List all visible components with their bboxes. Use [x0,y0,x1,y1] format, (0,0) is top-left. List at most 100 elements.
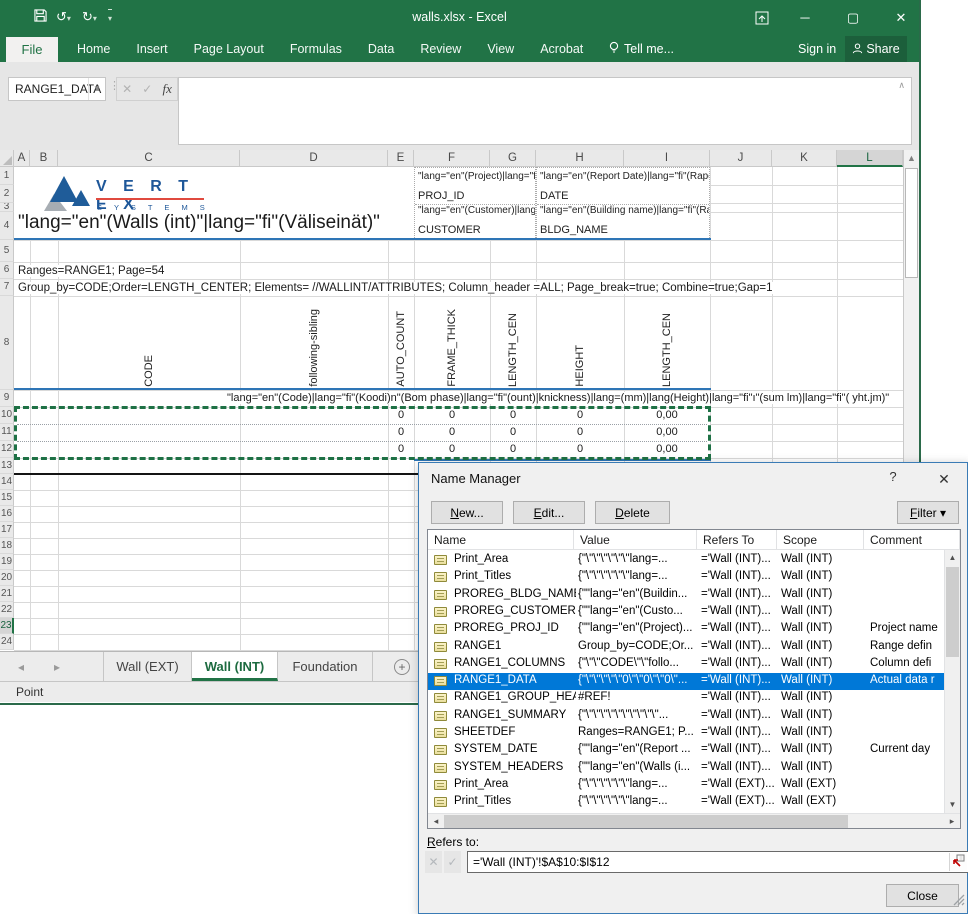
name-row-system-date[interactable]: SYSTEM_DATE {""lang="en"(Report ... ='Wall… [428,742,944,759]
row-header-6[interactable]: 6 [0,262,14,279]
column-header-D[interactable]: D [240,150,388,167]
name-row-proreg-customer[interactable]: PROREG_CUSTOMER {""lang="en"(Custo... ='Wa… [428,604,944,621]
row-header-10[interactable]: 10 [0,407,14,424]
col-field-header-F[interactable]: FRAME_THICK [443,298,461,387]
column-header-H[interactable]: H [536,150,624,167]
row-header-21[interactable]: 21 [0,586,14,602]
ribbon-tab-home[interactable]: Home [64,36,123,62]
name-row-range1-group-hea-[interactable]: RANGE1_GROUP_HEA... #REF! ='Wall (INT)... W… [428,690,944,707]
name-row-system-headers[interactable]: SYSTEM_HEADERS {""lang="en"(Walls (i... ='… [428,760,944,777]
close-button[interactable]: Close [886,884,959,907]
row-header-3[interactable]: 3 [0,203,14,212]
cancel-refers-icon[interactable]: ✕ [425,851,442,873]
sheet-tab-wall-int-[interactable]: Wall (INT) [192,652,278,681]
formula-input[interactable]: ∧ [178,77,912,145]
row-header-5[interactable]: 5 [0,240,14,262]
col-field-header-E[interactable]: AUTO_COUNT [392,298,410,387]
data-cell[interactable]: 0 [379,409,423,421]
data-cell[interactable]: 0 [430,443,474,455]
column-header-F[interactable]: F [414,150,490,167]
refers-to-input[interactable]: ='Wall (INT)'!$A$10:$I$12 [467,851,968,873]
row-header-16[interactable]: 16 [0,506,14,522]
close-icon[interactable]: ✕ [884,0,918,36]
list-vertical-scrollbar[interactable]: ▲ ▼ [944,550,960,813]
ribbon-tab-data[interactable]: Data [355,36,407,62]
column-header-B[interactable]: B [30,150,58,167]
data-cell[interactable]: 0 [430,409,474,421]
scroll-down-icon[interactable]: ▼ [945,797,960,813]
cancel-formula-icon[interactable]: ✕ [122,82,132,96]
name-row-print-area[interactable]: Print_Area {"\"\"\"\"\"\"lang=... ='Wall (… [428,777,944,794]
name-row-range1[interactable]: RANGE1 Group_by=CODE;Or... ='Wall (INT)...… [428,639,944,656]
tell-me-box[interactable]: Tell me... [608,36,674,62]
data-cell[interactable]: 0 [379,443,423,455]
scrollbar-thumb[interactable] [946,567,959,657]
name-row-range1-data[interactable]: RANGE1_DATA {"\"\"\"\"\"0\"\"0\"\"0\"... =… [428,673,944,691]
list-column-header-refers-to[interactable]: Refers To [697,530,777,550]
row-header-9[interactable]: 9 [0,390,14,407]
data-cell[interactable]: 0 [558,426,602,438]
scrollbar-thumb[interactable] [444,815,848,828]
sign-in-link[interactable]: Sign in [798,36,836,62]
sheet-tab-foundation[interactable]: Foundation [278,652,373,681]
name-row-print-area[interactable]: Print_Area {"\"\"\"\"\"\"lang=... ='Wall (… [428,552,944,569]
enter-formula-icon[interactable]: ✓ [142,82,152,96]
scroll-up-icon[interactable]: ▲ [904,150,919,167]
new-button[interactable]: New... [431,501,503,524]
row-header-13[interactable]: 13 [0,458,14,474]
ribbon-tab-insert[interactable]: Insert [123,36,180,62]
new-sheet-icon[interactable]: + [394,659,410,675]
data-cell[interactable]: 0 [491,443,535,455]
name-row-range1-columns[interactable]: RANGE1_COLUMNS {"\"\"CODE\"\"follo... ='Wa… [428,656,944,673]
data-cell[interactable]: 0,00 [645,426,689,438]
name-row-print-titles[interactable]: Print_Titles {"\"\"\"\"\"\"lang=... ='Wall… [428,569,944,586]
cell-a6[interactable]: Ranges=RANGE1; Page=54 [16,265,167,277]
ribbon-tab-page-layout[interactable]: Page Layout [181,36,277,62]
sheet-tab-wall-ext-[interactable]: Wall (EXT) [103,652,192,681]
delete-button[interactable]: Delete [595,501,670,524]
filter-button[interactable]: Filter ▾ [897,501,959,524]
range-picker-icon[interactable] [949,853,967,871]
data-cell[interactable]: 0 [558,409,602,421]
ribbon-tab-formulas[interactable]: Formulas [277,36,355,62]
row-header-15[interactable]: 15 [0,490,14,506]
cell-a4-title[interactable]: "lang="en"(Walls (int)"|lang="fi"(Välise… [18,212,386,234]
name-row-proreg-proj-id[interactable]: PROREG_PROJ_ID {""lang="en"(Project)... ='… [428,621,944,638]
col-field-header-H[interactable]: HEIGHT [571,298,589,387]
dialog-close-icon[interactable]: ✕ [927,467,961,491]
data-cell[interactable]: 0,00 [645,443,689,455]
data-cell[interactable]: 0 [491,426,535,438]
collapse-formula-bar-icon[interactable]: ∧ [898,80,905,91]
column-header-A[interactable]: A [14,150,30,167]
dialog-help-icon[interactable]: ? [881,469,905,489]
row-header-18[interactable]: 18 [0,538,14,554]
ribbon-tab-acrobat[interactable]: Acrobat [527,36,596,62]
ribbon-display-options-icon[interactable] [745,0,779,36]
name-row-print-titles[interactable]: Print_Titles {"\"\"\"\"\"\"lang=... ='Wall… [428,794,944,811]
data-cell[interactable]: 0 [430,426,474,438]
scroll-left-icon[interactable]: ◂ [428,814,444,828]
row-header-11[interactable]: 11 [0,424,14,441]
minimize-icon[interactable]: ─ [788,0,822,36]
name-row-range1-summary[interactable]: RANGE1_SUMMARY {"\"\"\"\"\"\"\"\"\"\"... =… [428,708,944,725]
cell-a7[interactable]: Group_by=CODE;Order=LENGTH_CENTER; Eleme… [16,282,775,294]
row-header-1[interactable]: 1 [0,167,14,185]
confirm-refers-icon[interactable]: ✓ [444,851,461,873]
data-cell[interactable]: 0,00 [645,409,689,421]
share-button[interactable]: Share [845,36,907,62]
maximize-icon[interactable]: ▢ [836,0,870,36]
row-header-19[interactable]: 19 [0,554,14,570]
data-cell[interactable]: 0 [491,409,535,421]
resize-grip-icon[interactable] [952,893,965,911]
column-header-C[interactable]: C [58,150,240,167]
column-header-L[interactable]: L [837,150,903,167]
cell-a9[interactable]: "lang="en"(Code)|lang="fi"(Koodi)n"(Bom … [225,392,892,404]
list-horizontal-scrollbar[interactable]: ◂ ▸ [428,813,960,828]
column-header-G[interactable]: G [490,150,536,167]
row-header-14[interactable]: 14 [0,474,14,490]
column-header-J[interactable]: J [710,150,772,167]
row-header-24[interactable]: 24 [0,634,14,650]
row-header-8[interactable]: 8 [0,296,14,390]
row-header-20[interactable]: 20 [0,570,14,586]
cell-block-date[interactable]: "lang="en"(Report Date)|lang="fi"(Raport… [536,167,710,240]
